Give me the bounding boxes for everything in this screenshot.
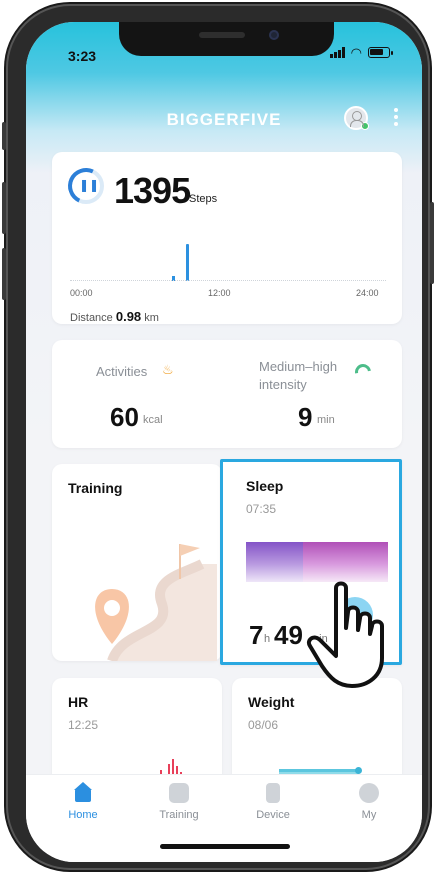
steps-bar <box>186 244 189 281</box>
tab-device-label: Device <box>256 809 290 821</box>
flame-icon: ♨ <box>162 362 174 377</box>
screen: 3:23 ◠ BIGGERFIVE ❚❚ 1395 Steps 00:00 12… <box>26 22 422 862</box>
steps-card[interactable]: ❚❚ 1395 Steps 00:00 12:00 24:00 Distance… <box>52 152 402 324</box>
sleep-minutes: 49 <box>274 620 303 650</box>
tab-home[interactable]: Home <box>48 782 118 821</box>
time-label-start: 00:00 <box>70 288 93 298</box>
tab-my[interactable]: My <box>334 783 404 821</box>
weight-chart-line <box>279 769 359 771</box>
mute-switch <box>2 122 6 150</box>
steps-timeline <box>70 280 386 281</box>
sleep-hours: 7 <box>249 620 264 650</box>
intensity-unit: min <box>317 414 335 426</box>
steps-unit: Steps <box>189 193 218 205</box>
route-map-icon <box>95 544 217 661</box>
more-vertical-icon[interactable] <box>391 104 401 130</box>
tab-device[interactable]: Device <box>238 783 308 821</box>
weight-chart-point <box>355 767 362 774</box>
intensity-value: 9 <box>298 402 313 432</box>
light-sleep-segment <box>303 542 388 582</box>
sleep-time: 07:35 <box>246 502 277 516</box>
tab-home-label: Home <box>68 809 98 821</box>
steps-value: 1395 <box>114 170 191 211</box>
hr-date: 12:25 <box>68 718 99 732</box>
distance-row: Distance 0.98 km <box>70 309 159 324</box>
signal-icon <box>329 47 345 58</box>
footprint-icon: ❚❚ <box>79 178 100 192</box>
online-dot <box>361 122 369 130</box>
activities-card[interactable]: Activities ♨ 60 kcal Medium–high intensi… <box>52 340 402 448</box>
hr-title: HR <box>68 694 89 710</box>
distance-value: 0.98 <box>115 309 142 324</box>
battery-icon <box>368 47 393 58</box>
deep-sleep-segment <box>246 542 303 582</box>
status-time: 3:23 <box>68 48 97 64</box>
tab-training[interactable]: Training <box>144 783 214 821</box>
intensity-label: Medium–high intensity <box>259 359 338 392</box>
tab-training-label: Training <box>159 809 199 821</box>
volume-up-button <box>2 182 6 234</box>
home-indicator <box>160 844 290 849</box>
time-label-end: 24:00 <box>356 288 379 298</box>
phone-frame: 3:23 ◠ BIGGERFIVE ❚❚ 1395 Steps 00:00 12… <box>2 4 434 870</box>
home-icon <box>73 782 93 803</box>
activities-label: Activities <box>96 364 148 379</box>
training-tile[interactable]: Training <box>52 464 222 661</box>
pointer-hand-icon <box>307 581 384 688</box>
sleep-title: Sleep <box>246 478 284 494</box>
speaker <box>199 32 245 38</box>
sleep-chart <box>246 542 388 582</box>
sleep-hours-unit: h <box>264 633 271 645</box>
profile-icon <box>359 783 379 803</box>
activities-unit: kcal <box>143 414 163 426</box>
notch <box>119 22 334 56</box>
wifi-icon: ◠ <box>350 45 362 60</box>
weight-title: Weight <box>248 694 295 710</box>
activities-value: 60 <box>110 402 139 432</box>
power-button <box>430 202 434 284</box>
user-avatar-icon[interactable] <box>344 106 369 130</box>
distance-unit: km <box>144 312 159 324</box>
training-title: Training <box>68 480 123 496</box>
distance-label: Distance <box>70 312 113 324</box>
volume-down-button <box>2 248 6 300</box>
status-icons: ◠ <box>329 45 393 60</box>
training-icon <box>169 783 189 803</box>
device-icon <box>266 783 280 803</box>
tab-my-label: My <box>361 809 377 821</box>
weight-date: 08/06 <box>248 718 279 732</box>
front-camera <box>269 30 279 40</box>
time-label-mid: 12:00 <box>208 288 231 298</box>
